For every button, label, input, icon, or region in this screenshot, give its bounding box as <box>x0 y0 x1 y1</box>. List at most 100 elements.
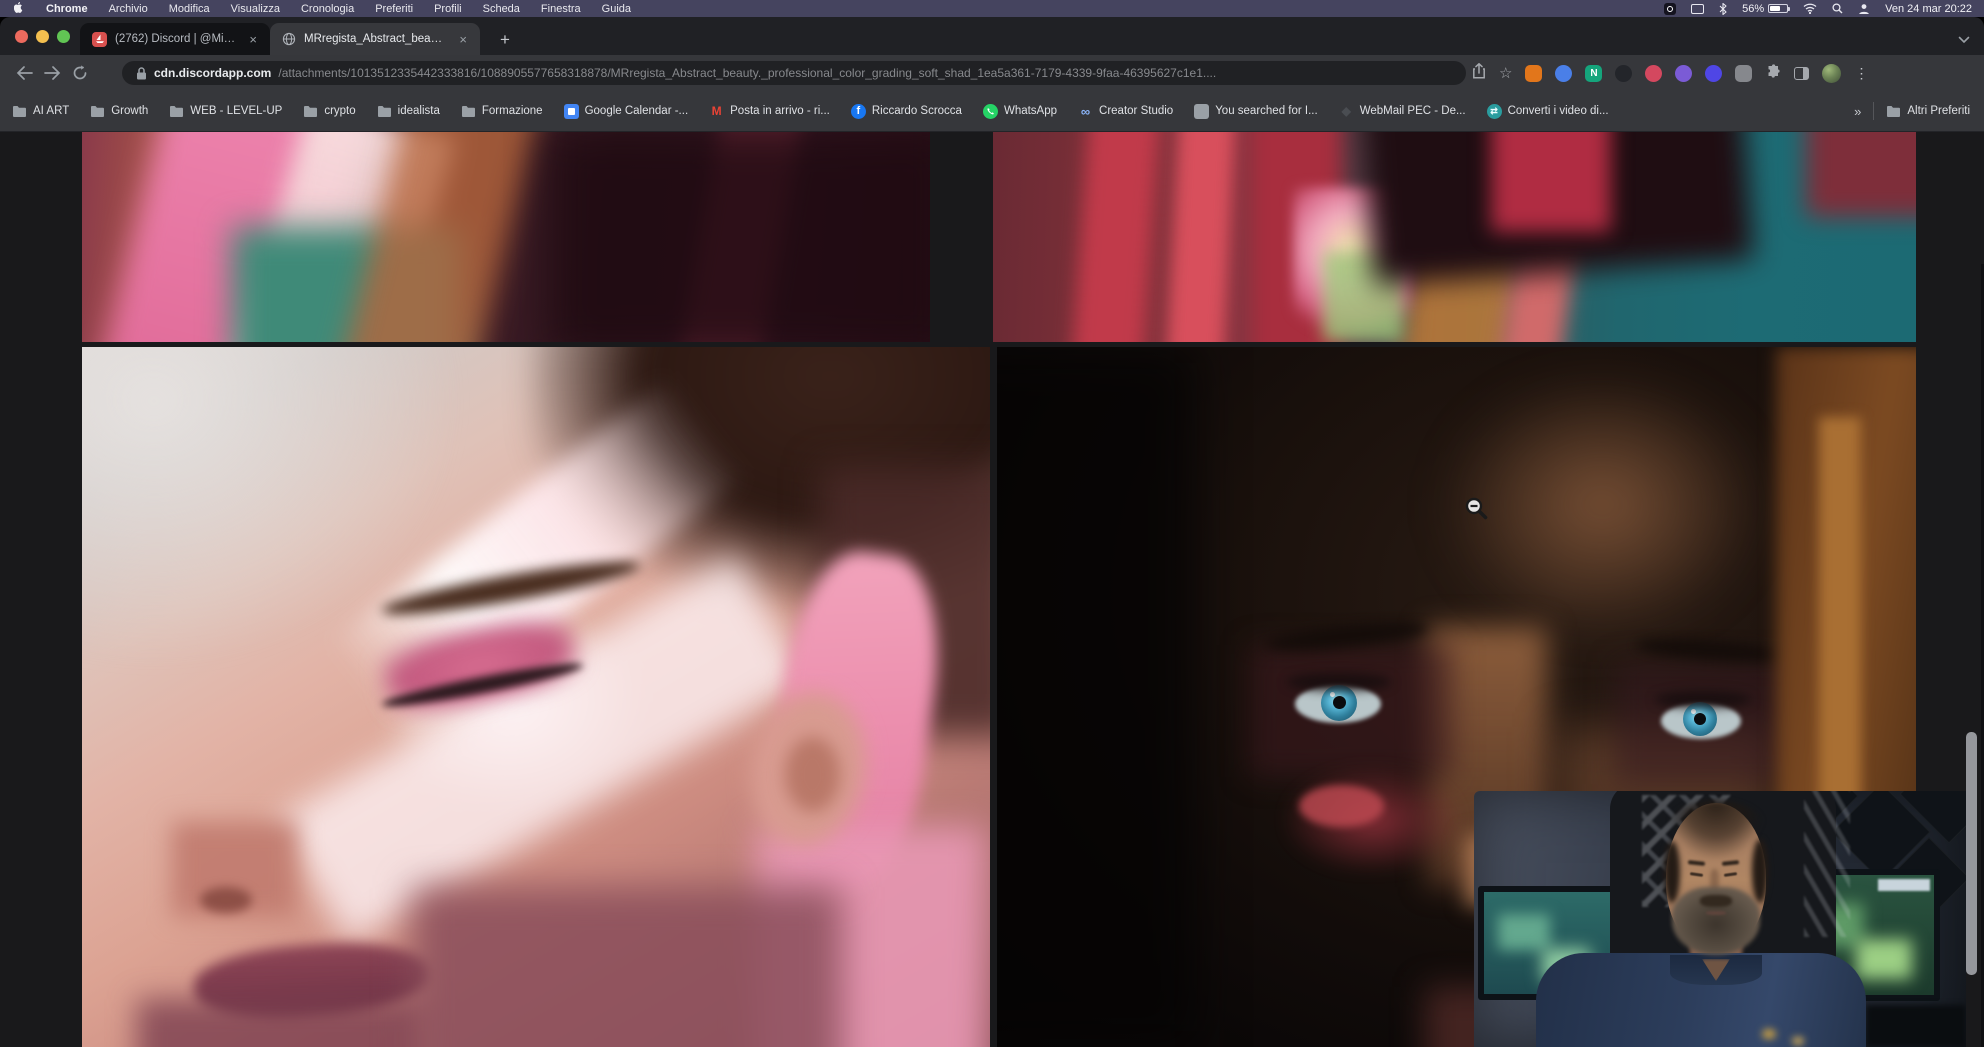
grid-extension-icon[interactable] <box>1735 65 1752 82</box>
face-eyebrow <box>1634 635 1787 666</box>
scrollbar-thumb[interactable] <box>1966 732 1977 975</box>
face-eyelid <box>1287 673 1391 691</box>
bookmark-search-result[interactable]: You searched for I... <box>1194 104 1318 119</box>
menu-item[interactable]: Modifica <box>169 3 210 15</box>
bookmark-label: Growth <box>111 105 148 117</box>
close-tab-icon[interactable]: × <box>246 32 260 47</box>
face-dark-shadow <box>997 347 1197 1047</box>
blue-extension-icon[interactable] <box>1555 65 1572 82</box>
screen-window-bar <box>1878 879 1930 891</box>
menu-item-app[interactable]: Chrome <box>46 3 88 15</box>
abstract-corner-blob <box>1806 132 1916 217</box>
menu-item[interactable]: Cronologia <box>301 3 354 15</box>
bookmark-label: Formazione <box>482 105 543 117</box>
gmail-icon: M <box>709 104 724 119</box>
close-tab-icon[interactable]: × <box>456 32 470 47</box>
grid-image-top-right[interactable] <box>993 132 1916 342</box>
indigo-extension-icon[interactable] <box>1705 65 1722 82</box>
tab-discord[interactable]: (2762) Discord | @Midjourney × <box>80 23 270 55</box>
chrome-menu-icon[interactable]: ⋮ <box>1854 65 1868 82</box>
profile-avatar[interactable] <box>1822 64 1841 83</box>
screen-record-icon[interactable] <box>1664 3 1676 15</box>
forward-button[interactable] <box>38 66 66 80</box>
bookmark-creator-studio[interactable]: ∞ Creator Studio <box>1078 104 1173 119</box>
bookmark-folder[interactable]: Formazione <box>461 104 543 119</box>
grid-image-top-left[interactable] <box>82 132 930 342</box>
close-window-button[interactable] <box>15 30 28 43</box>
bookmark-label: Google Calendar -... <box>585 105 689 117</box>
menu-item[interactable]: Preferiti <box>375 3 413 15</box>
lock-icon <box>136 67 147 80</box>
bookmark-label: Riccardo Scrocca <box>872 105 962 117</box>
page-icon <box>1194 104 1209 119</box>
user-menu-icon[interactable] <box>1858 3 1870 15</box>
menu-bar-clock[interactable]: Ven 24 mar 20:22 <box>1885 3 1972 15</box>
bookmark-gmail[interactable]: M Posta in arrivo - ri... <box>709 104 830 119</box>
webcam-overlay <box>1474 791 1966 1047</box>
bookmarks-overflow-chevron[interactable]: » <box>1854 104 1861 119</box>
reload-button[interactable] <box>66 65 94 81</box>
menu-item[interactable]: Finestra <box>541 3 581 15</box>
extension-letter: N <box>1590 68 1597 79</box>
bookmark-facebook[interactable]: f Riccardo Scrocca <box>851 104 962 119</box>
bookmark-folder[interactable]: idealista <box>377 104 440 119</box>
extensions-puzzle-icon[interactable] <box>1765 63 1781 84</box>
battery-indicator[interactable]: 56% <box>1742 3 1788 15</box>
purple-extension-icon[interactable] <box>1675 65 1692 82</box>
wifi-icon[interactable] <box>1803 3 1817 14</box>
minimize-window-button[interactable] <box>36 30 49 43</box>
menu-bar-left: Chrome Archivio Modifica Visualizza Cron… <box>0 2 631 15</box>
display-icon[interactable] <box>1691 4 1704 14</box>
bookmark-label: Creator Studio <box>1099 105 1173 117</box>
face-ear-inner <box>785 737 840 812</box>
bookmark-webmail-pec[interactable]: ◆ WebMail PEC - De... <box>1339 104 1466 119</box>
share-icon[interactable] <box>1472 63 1486 84</box>
menu-item[interactable]: Visualizza <box>231 3 280 15</box>
bookmark-folder[interactable]: WEB - LEVEL-UP <box>169 104 282 119</box>
maximize-window-button[interactable] <box>57 30 70 43</box>
bookmark-folder[interactable]: crypto <box>303 104 355 119</box>
new-tab-button[interactable]: + <box>492 27 518 53</box>
face-nostril <box>200 887 252 913</box>
warm-light-bokeh <box>1792 1037 1804 1045</box>
grid-image-bottom-left-face[interactable] <box>82 347 990 1047</box>
back-button[interactable] <box>10 66 38 80</box>
url-path: /attachments/1013512335442333816/1088905… <box>278 66 1452 80</box>
screen-content-blob <box>1498 914 1550 950</box>
tab-cdn-image[interactable]: MRregista_Abstract_beauty._… × <box>270 23 480 55</box>
battery-icon <box>1768 4 1788 13</box>
apple-icon[interactable] <box>14 2 25 15</box>
bookmark-label: idealista <box>398 105 440 117</box>
bookmarks-bar: AI ART Growth WEB - LEVEL-UP crypto idea… <box>0 91 1984 132</box>
notion-extension-icon[interactable]: N <box>1585 65 1602 82</box>
menu-item[interactable]: Scheda <box>483 3 520 15</box>
bookmark-video-converter[interactable]: ⇄ Converti i video di... <box>1487 104 1609 119</box>
metamask-extension-icon[interactable] <box>1525 65 1542 82</box>
bookmark-label: Posta in arrivo - ri... <box>730 105 830 117</box>
facebook-icon: f <box>851 104 866 119</box>
red-extension-icon[interactable] <box>1645 65 1662 82</box>
address-bar[interactable]: cdn.discordapp.com /attachments/10135123… <box>122 61 1466 85</box>
face-eyelid <box>1655 691 1751 708</box>
menu-item[interactable]: Guida <box>602 3 631 15</box>
bluetooth-icon[interactable] <box>1719 3 1727 15</box>
tab-search-chevron-icon[interactable] <box>1958 31 1970 49</box>
bookmark-folder[interactable]: AI ART <box>12 104 69 119</box>
bookmark-label: You searched for I... <box>1215 105 1318 117</box>
tab-title: MRregista_Abstract_beauty._… <box>304 33 448 45</box>
bookmark-star-icon[interactable]: ☆ <box>1499 64 1512 82</box>
dark-extension-icon[interactable] <box>1615 65 1632 82</box>
menu-item[interactable]: Profili <box>434 3 462 15</box>
bookmark-google-calendar[interactable]: Google Calendar -... <box>564 104 689 119</box>
face-eye-glint <box>1330 692 1335 697</box>
spotlight-search-icon[interactable] <box>1832 3 1843 14</box>
folder-icon <box>1886 104 1901 119</box>
bookmark-whatsapp[interactable]: WhatsApp <box>983 104 1057 119</box>
side-panel-icon[interactable] <box>1794 67 1809 80</box>
chrome-tab-bar: (2762) Discord | @Midjourney × MRregista… <box>0 17 1984 55</box>
bookmark-folder[interactable]: Growth <box>90 104 148 119</box>
other-bookmarks-folder[interactable]: Altri Preferiti <box>1886 104 1970 119</box>
menu-item[interactable]: Archivio <box>109 3 148 15</box>
abstract-red-streak <box>1070 132 1163 342</box>
macos-menu-bar: Chrome Archivio Modifica Visualizza Cron… <box>0 0 1984 17</box>
